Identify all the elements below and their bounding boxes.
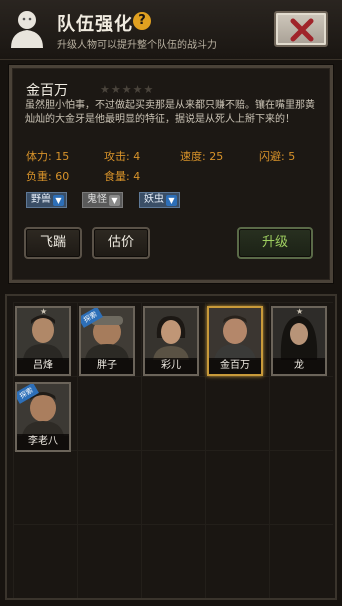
tag-ghost[interactable]: 鬼怪 ▼ xyxy=(82,192,123,208)
character-description: 虽然胆小怕事，不过做起买卖那是从来都只赚不赔。镶在嘴里那黄灿灿的大金牙是他最明显… xyxy=(25,100,315,125)
page-subtitle: 升级人物可以提升整个队伍的战斗力 xyxy=(57,40,217,51)
stat-label: 速度: xyxy=(180,150,206,163)
stat-dodge: 闪避: 5 xyxy=(259,148,295,164)
roster-panel: ★ 吕烽 探索 胖子 彩儿 金百万 ★ 龙 探索 李老八 xyxy=(5,294,337,600)
character-name: 金百万 xyxy=(26,83,68,99)
star-rating: ★★★★★ xyxy=(100,83,155,96)
tag-label: 鬼怪 xyxy=(87,194,107,205)
kick-button[interactable]: 飞踹 xyxy=(24,227,82,259)
stat-value: 4 xyxy=(133,150,141,163)
header-bar: 队伍强化 ? 升级人物可以提升整个队伍的战斗力 xyxy=(0,0,342,60)
roster-name: 胖子 xyxy=(81,358,133,374)
stat-value: 5 xyxy=(288,150,296,163)
stat-attack: 攻击: 4 xyxy=(104,148,140,164)
stat-value: 15 xyxy=(55,150,70,163)
stat-value: 4 xyxy=(133,170,141,183)
roster-card[interactable]: ★ 吕烽 xyxy=(15,306,71,376)
upgrade-button[interactable]: 升级 xyxy=(237,227,313,259)
portrait-image xyxy=(145,308,197,360)
roster-name: 李老八 xyxy=(17,434,69,450)
stat-value: 60 xyxy=(55,170,70,183)
stat-label: 负重: xyxy=(26,170,52,183)
roster-card[interactable]: 金百万 xyxy=(207,306,263,376)
roster-name: 金百万 xyxy=(209,358,261,374)
close-icon xyxy=(290,18,314,42)
stat-load: 负重: 60 xyxy=(26,168,69,184)
tag-insect[interactable]: 妖虫 ▼ xyxy=(139,192,180,208)
stat-speed: 速度: 25 xyxy=(180,148,223,164)
stat-food: 食量: 4 xyxy=(104,168,140,184)
character-silhouette-icon xyxy=(11,11,43,48)
stat-label: 食量: xyxy=(104,170,130,183)
tag-label: 妖虫 xyxy=(144,194,164,205)
down-arrow-icon: ▼ xyxy=(109,195,120,206)
character-info-panel: 金百万 ★★★★★ 虽然胆小怕事，不过做起买卖那是从来都只赚不赔。镶在嘴里那黄灿… xyxy=(9,65,333,283)
appraise-button[interactable]: 估价 xyxy=(92,227,150,259)
stat-value: 25 xyxy=(209,150,224,163)
roster-name: 彩儿 xyxy=(145,358,197,374)
star-icon: ★ xyxy=(296,307,304,316)
roster-card[interactable]: 彩儿 xyxy=(143,306,199,376)
stat-stamina: 体力: 15 xyxy=(26,148,69,164)
tag-label: 野兽 xyxy=(31,194,51,205)
roster-card[interactable]: ★ 龙 xyxy=(271,306,327,376)
stat-label: 攻击: xyxy=(104,150,130,163)
portrait-image xyxy=(209,308,261,360)
stat-label: 闪避: xyxy=(259,150,285,163)
roster-name: 龙 xyxy=(273,358,325,374)
roster-card[interactable]: 探索 胖子 xyxy=(79,306,135,376)
page-title: 队伍强化 xyxy=(57,14,133,35)
star-icon: ★ xyxy=(40,307,48,316)
roster-card[interactable]: 探索 李老八 xyxy=(15,382,71,452)
roster-name: 吕烽 xyxy=(17,358,69,374)
tag-beast[interactable]: 野兽 ▼ xyxy=(26,192,67,208)
close-button[interactable] xyxy=(274,11,328,47)
stat-label: 体力: xyxy=(26,150,52,163)
down-arrow-icon: ▼ xyxy=(166,195,177,206)
question-icon[interactable]: ? xyxy=(133,12,151,30)
down-arrow-icon: ▼ xyxy=(53,195,64,206)
